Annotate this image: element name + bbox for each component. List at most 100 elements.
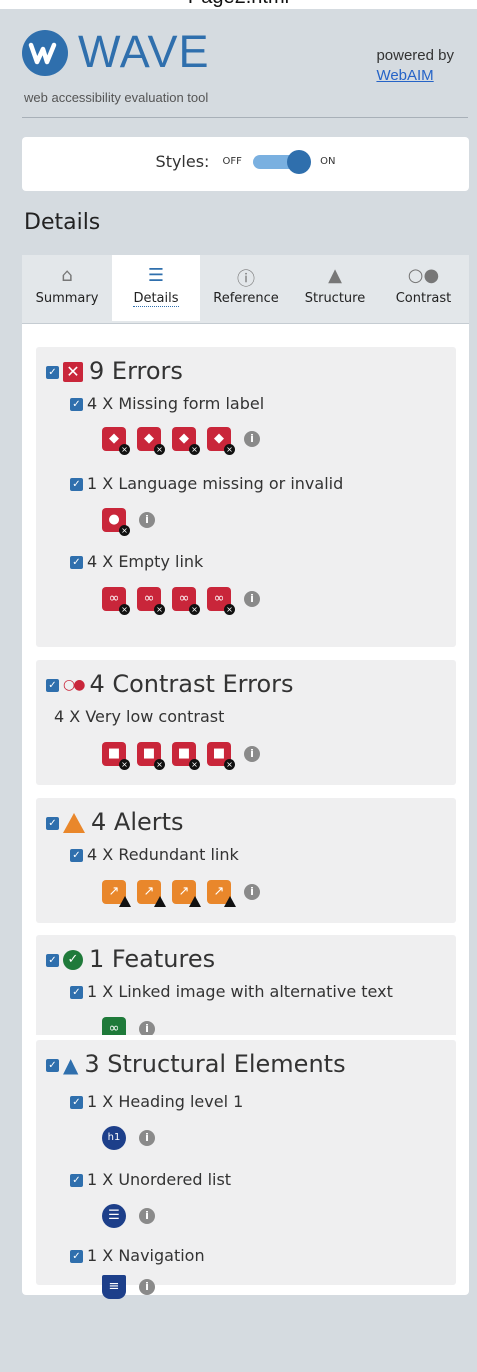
- features-title-row: ✓ ✓ 1 Features: [46, 945, 215, 973]
- navigation-icons: ≡ i: [102, 1275, 155, 1305]
- info-icon[interactable]: i: [244, 884, 260, 900]
- unordered-list-icons: ☰ i: [102, 1204, 155, 1234]
- features-title: 1 Features: [89, 945, 216, 973]
- redundant-link-icon[interactable]: ↗: [207, 880, 236, 907]
- page-title: Details: [24, 210, 101, 235]
- very-low-contrast-item: 4 X Very low contrast: [54, 707, 224, 726]
- info-icon[interactable]: i: [244, 591, 260, 607]
- info-icon[interactable]: i: [244, 746, 260, 762]
- wave-logo-icon: [22, 30, 68, 76]
- empty-link-icon[interactable]: ∞ ×: [102, 587, 130, 615]
- contrast-title: 4 Contrast Errors: [89, 670, 294, 698]
- tab-contrast[interactable]: ○● Contrast: [378, 255, 469, 321]
- language-item: ✓ 1 X Language missing or invalid: [70, 474, 343, 493]
- tab-structure-label: Structure: [304, 291, 366, 306]
- info-icon[interactable]: i: [139, 1208, 155, 1224]
- window-title: Page2.html: [0, 0, 477, 9]
- details-panel-lower: ✓ ▲ 3 Structural Elements ✓ 1 X Heading lev…: [22, 1035, 469, 1299]
- contrast-error-icon[interactable]: ■ ×: [102, 742, 130, 770]
- browser-tab-strip: Page2.html: [0, 0, 477, 9]
- empty-link-icons: ∞ × ∞ × ∞ × ∞ × i: [102, 587, 260, 617]
- unordered-list-icon[interactable]: ☰: [102, 1204, 126, 1228]
- tab-details-label: Details: [133, 291, 179, 307]
- feature-icon: ✓: [63, 950, 83, 970]
- tab-summary[interactable]: ⌂ Summary: [22, 255, 112, 321]
- alerts-checkbox[interactable]: ✓: [46, 816, 59, 830]
- unordered-list-text: 1 X Unordered list: [87, 1170, 232, 1189]
- contrast-error-icon[interactable]: ■ ×: [207, 742, 235, 770]
- empty-link-checkbox[interactable]: ✓: [70, 556, 83, 569]
- styles-toggle-switch[interactable]: [253, 149, 312, 174]
- tab-structure[interactable]: ▲ Structure: [292, 255, 378, 321]
- empty-link-item: ✓ 4 X Empty link: [70, 552, 203, 571]
- redundant-link-item: ✓ 4 X Redundant link: [70, 845, 239, 864]
- styles-on-label: ON: [320, 156, 336, 167]
- tab-reference-label: Reference: [213, 291, 279, 306]
- missing-label-icon[interactable]: ◆ ×: [207, 427, 235, 455]
- missing-label-icon[interactable]: ◆ ×: [102, 427, 130, 455]
- errors-title-row: ✓ ✕ 9 Errors: [46, 357, 183, 385]
- webaim-link[interactable]: WebAIM: [376, 66, 454, 86]
- contrast-checkbox[interactable]: ✓: [46, 678, 59, 692]
- missing-form-label-checkbox[interactable]: ✓: [70, 398, 83, 411]
- alerts-group: ✓ 4 Alerts ✓ 4 X Redundant link ↗ ↗ ↗ ↗ i: [36, 798, 456, 923]
- errors-title: 9 Errors: [89, 357, 183, 385]
- language-icon[interactable]: ● ×: [102, 508, 130, 536]
- structure-checkbox[interactable]: ✓: [46, 1058, 59, 1072]
- redundant-link-icons: ↗ ↗ ↗ ↗ i: [102, 880, 260, 910]
- structure-title-row: ✓ ▲ 3 Structural Elements: [46, 1050, 346, 1078]
- navigation-icon[interactable]: ≡: [102, 1275, 126, 1299]
- contrast-error-icon[interactable]: ■ ×: [172, 742, 200, 770]
- h1-icon[interactable]: h1: [102, 1126, 126, 1150]
- contrast-error-icon: ○●: [63, 677, 85, 693]
- heading-level-1-item: ✓ 1 X Heading level 1: [70, 1092, 243, 1111]
- styles-toggle-box: Styles: OFF ON: [22, 137, 469, 191]
- styles-off-label: OFF: [222, 156, 242, 167]
- empty-link-text: 4 X Empty link: [87, 552, 204, 571]
- unordered-list-checkbox[interactable]: ✓: [70, 1174, 83, 1187]
- heading-level-1-checkbox[interactable]: ✓: [70, 1096, 83, 1109]
- redundant-link-icon[interactable]: ↗: [102, 880, 131, 907]
- redundant-link-checkbox[interactable]: ✓: [70, 849, 83, 862]
- heading-level-1-text: 1 X Heading level 1: [87, 1092, 244, 1111]
- language-checkbox[interactable]: ✓: [70, 478, 83, 491]
- home-icon: ⌂: [61, 265, 73, 286]
- alert-icon: [63, 813, 85, 833]
- info-icon[interactable]: i: [139, 512, 155, 528]
- missing-form-label-icons: ◆ × ◆ × ◆ × ◆ × i: [102, 427, 260, 457]
- tab-details[interactable]: ☰ Details: [112, 255, 200, 321]
- info-icon[interactable]: i: [139, 1279, 155, 1295]
- info-icon: ⓘ: [237, 269, 255, 290]
- empty-link-icon[interactable]: ∞ ×: [137, 587, 165, 615]
- contrast-error-icon[interactable]: ■ ×: [137, 742, 165, 770]
- powered-by: powered by WebAIM: [376, 46, 454, 86]
- empty-link-icon[interactable]: ∞ ×: [207, 587, 235, 615]
- navigation-item: ✓ 1 X Navigation: [70, 1246, 205, 1265]
- info-icon[interactable]: i: [139, 1130, 155, 1146]
- empty-link-icon[interactable]: ∞ ×: [172, 587, 200, 615]
- toggle-knob[interactable]: [287, 149, 312, 174]
- heading-level-1-icons: h1 i: [102, 1126, 155, 1156]
- contrast-title-row: ✓ ○● 4 Contrast Errors: [46, 670, 294, 698]
- features-checkbox[interactable]: ✓: [46, 953, 59, 967]
- redundant-link-icon[interactable]: ↗: [137, 880, 166, 907]
- error-icon: ✕: [63, 362, 83, 382]
- panel-tabs: ⌂ Summary ☰ Details ⓘ Reference ▲ Struct…: [22, 255, 469, 324]
- tab-reference[interactable]: ⓘ Reference: [200, 255, 292, 321]
- structure-icon: ▲: [328, 265, 342, 286]
- missing-form-label-item: ✓ 4 X Missing form label: [70, 394, 264, 413]
- alerts-title: 4 Alerts: [91, 808, 184, 836]
- redundant-link-icon[interactable]: ↗: [172, 880, 201, 907]
- info-icon[interactable]: i: [244, 431, 260, 447]
- wave-logo-text: WAVE: [78, 26, 210, 77]
- wave-tagline: web accessibility evaluation tool: [24, 90, 209, 105]
- navigation-checkbox[interactable]: ✓: [70, 1250, 83, 1263]
- missing-label-icon[interactable]: ◆ ×: [137, 427, 165, 455]
- linked-image-checkbox[interactable]: ✓: [70, 986, 83, 999]
- very-low-contrast-icons: ■ × ■ × ■ × ■ × i: [102, 742, 260, 772]
- missing-label-icon[interactable]: ◆ ×: [172, 427, 200, 455]
- structure-icon: ▲: [63, 1053, 79, 1077]
- tab-summary-label: Summary: [35, 291, 99, 306]
- contrast-group: ✓ ○● 4 Contrast Errors 4 X Very low contra…: [36, 660, 456, 785]
- errors-checkbox[interactable]: ✓: [46, 365, 59, 379]
